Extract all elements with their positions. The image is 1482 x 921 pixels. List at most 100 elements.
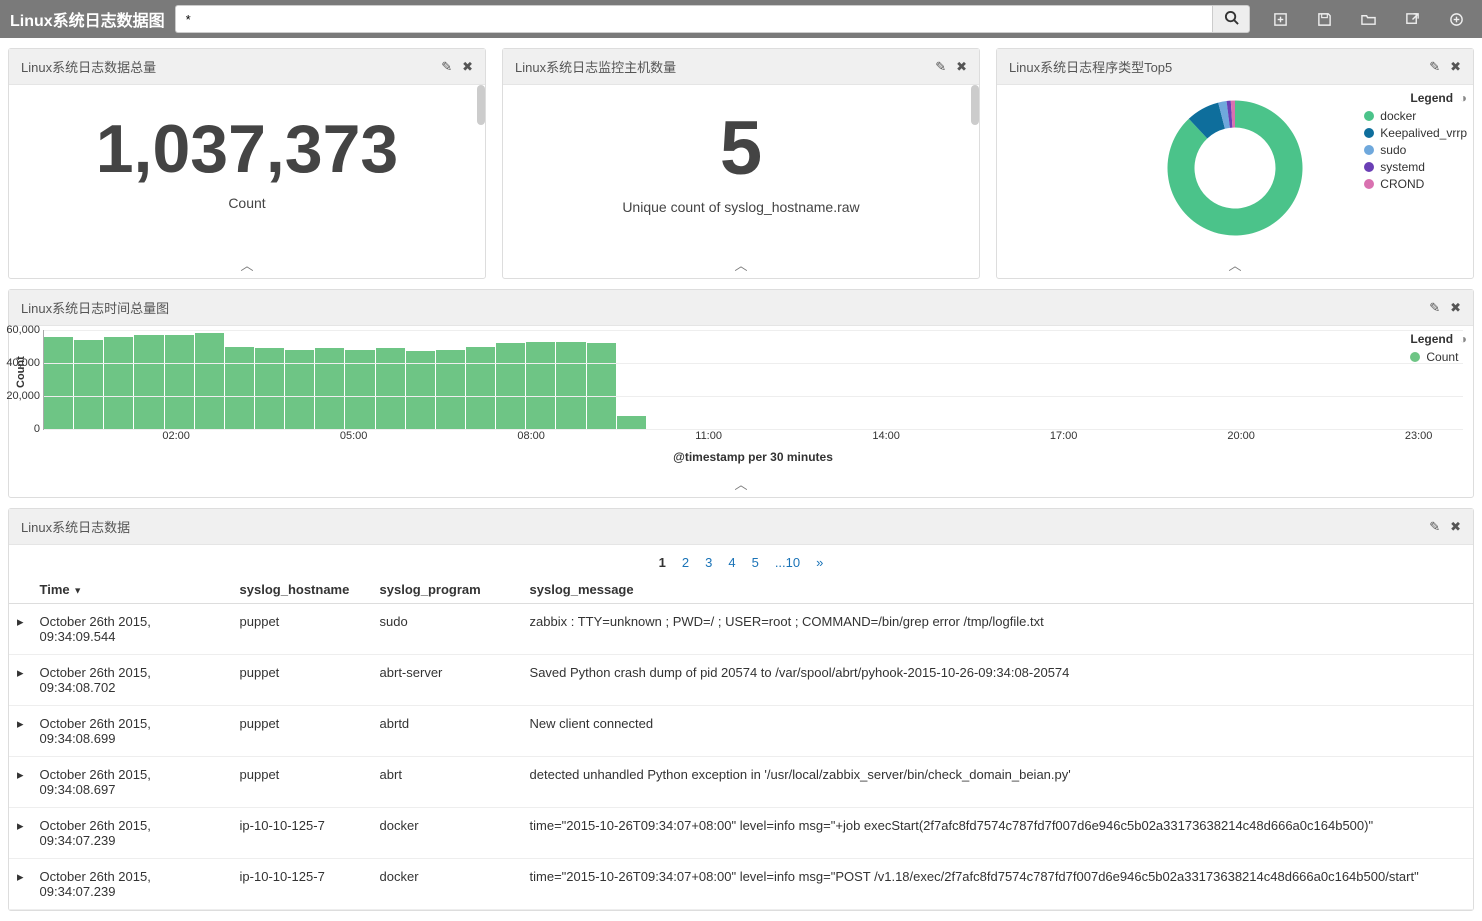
bar[interactable] [496, 343, 525, 429]
cell-message: detected unhandled Python exception in '… [522, 757, 1473, 808]
page-link[interactable]: ...10 [775, 555, 800, 570]
bar[interactable] [104, 337, 133, 429]
bar[interactable] [617, 416, 646, 429]
expand-row-icon[interactable]: ▸ [9, 808, 32, 859]
col-program[interactable]: syslog_program [372, 576, 522, 604]
cell-program: abrtd [372, 706, 522, 757]
bar[interactable] [556, 342, 585, 429]
edit-icon[interactable]: ✎ [1429, 59, 1440, 75]
cell-program: docker [372, 859, 522, 910]
cell-message: time="2015-10-26T09:34:07+08:00" level=i… [522, 859, 1473, 910]
close-icon[interactable]: ✖ [1450, 59, 1461, 75]
bar[interactable] [134, 335, 163, 429]
search-button[interactable] [1212, 5, 1250, 33]
bar[interactable] [255, 348, 284, 429]
cell-program: sudo [372, 604, 522, 655]
bar[interactable] [285, 350, 314, 429]
new-dashboard-icon[interactable] [1260, 0, 1300, 38]
chart-area: 020,00040,00060,000 [43, 330, 1463, 430]
legend-item[interactable]: CROND [1364, 177, 1467, 191]
search-input[interactable] [175, 5, 1212, 33]
add-panel-icon[interactable] [1436, 0, 1476, 38]
x-tick: 14:00 [872, 430, 900, 442]
edit-icon[interactable]: ✎ [1429, 519, 1440, 535]
bar[interactable] [345, 350, 374, 429]
col-hostname[interactable]: syslog_hostname [232, 576, 372, 604]
metric-label: Count [228, 195, 265, 211]
expand-row-icon[interactable]: ▸ [9, 706, 32, 757]
x-tick: 02:00 [162, 430, 190, 442]
table-row: ▸October 26th 2015, 09:34:07.239ip-10-10… [9, 808, 1473, 859]
cell-message: time="2015-10-26T09:34:07+08:00" level=i… [522, 808, 1473, 859]
scrollbar-stub[interactable] [477, 85, 485, 125]
bar[interactable] [436, 350, 465, 429]
cell-time: October 26th 2015, 09:34:08.699 [32, 706, 232, 757]
panel-title: Linux系统日志数据 [21, 517, 130, 536]
chevron-up-icon: ︿ [734, 477, 747, 492]
expand-row-icon[interactable]: ▸ [9, 757, 32, 808]
edit-icon[interactable]: ✎ [935, 59, 946, 75]
legend-item[interactable]: Keepalived_vrrp [1364, 126, 1467, 140]
save-icon[interactable] [1304, 0, 1344, 38]
col-message[interactable]: syslog_message [522, 576, 1473, 604]
bar[interactable] [376, 348, 405, 429]
top-navbar: Linux系统日志数据图 [0, 0, 1482, 38]
page-link[interactable]: 4 [728, 555, 735, 570]
chevron-up-icon: ︿ [734, 258, 747, 273]
collapse-toggle[interactable]: ︿ [503, 251, 979, 278]
dashboard-title: Linux系统日志数据图 [10, 7, 165, 31]
bar[interactable] [165, 335, 194, 429]
legend-item[interactable]: docker [1364, 109, 1467, 123]
bar[interactable] [195, 333, 224, 429]
page-link[interactable]: 3 [705, 555, 712, 570]
panel-title: Linux系统日志时间总量图 [21, 298, 169, 317]
x-tick: 05:00 [340, 430, 368, 442]
bar[interactable] [587, 343, 616, 429]
x-axis-label: @timestamp per 30 minutes [43, 450, 1463, 464]
legend-item[interactable]: sudo [1364, 143, 1467, 157]
expand-row-icon[interactable]: ▸ [9, 859, 32, 910]
open-folder-icon[interactable] [1348, 0, 1388, 38]
table-row: ▸October 26th 2015, 09:34:08.699puppetab… [9, 706, 1473, 757]
collapse-toggle[interactable]: ︿ [997, 251, 1473, 278]
bar[interactable] [315, 348, 344, 429]
page-link[interactable]: 5 [752, 555, 759, 570]
page-link[interactable]: 1 [659, 555, 666, 570]
panel-title: Linux系统日志数据总量 [21, 57, 156, 76]
bar[interactable] [74, 340, 103, 429]
bar[interactable] [526, 342, 555, 429]
y-tick: 20,000 [0, 390, 40, 402]
close-icon[interactable]: ✖ [462, 59, 473, 75]
page-link[interactable]: 2 [682, 555, 689, 570]
close-icon[interactable]: ✖ [1450, 519, 1461, 535]
close-icon[interactable]: ✖ [1450, 300, 1461, 316]
collapse-toggle[interactable]: ︿ [9, 251, 485, 278]
collapse-toggle[interactable]: ︿ [9, 470, 1473, 497]
x-tick: 17:00 [1050, 430, 1078, 442]
edit-icon[interactable]: ✎ [1429, 300, 1440, 316]
legend-label: docker [1380, 109, 1416, 123]
page-next[interactable]: » [816, 555, 823, 570]
chevron-up-icon: ︿ [1228, 258, 1241, 273]
expand-row-icon[interactable]: ▸ [9, 655, 32, 706]
cell-message: New client connected [522, 706, 1473, 757]
expand-row-icon[interactable]: ▸ [9, 604, 32, 655]
cell-hostname: puppet [232, 757, 372, 808]
scrollbar-stub[interactable] [971, 85, 979, 125]
panel-host-count: Linux系统日志监控主机数量 ✎ ✖ 5 Unique count of sy… [502, 48, 980, 279]
legend-toggle-icon[interactable]: ◑ [1456, 91, 1467, 105]
y-tick: 40,000 [0, 357, 40, 369]
panel-title: Linux系统日志程序类型Top5 [1009, 57, 1172, 76]
bar[interactable] [466, 347, 495, 430]
share-icon[interactable] [1392, 0, 1432, 38]
bar[interactable] [44, 337, 73, 429]
bar[interactable] [225, 347, 254, 430]
edit-icon[interactable]: ✎ [441, 59, 452, 75]
col-time[interactable]: Time ▼ [32, 576, 232, 604]
legend-item[interactable]: systemd [1364, 160, 1467, 174]
table-row: ▸October 26th 2015, 09:34:07.239ip-10-10… [9, 859, 1473, 910]
legend-dot [1364, 162, 1374, 172]
close-icon[interactable]: ✖ [956, 59, 967, 75]
cell-program: abrt [372, 757, 522, 808]
legend-dot [1364, 179, 1374, 189]
